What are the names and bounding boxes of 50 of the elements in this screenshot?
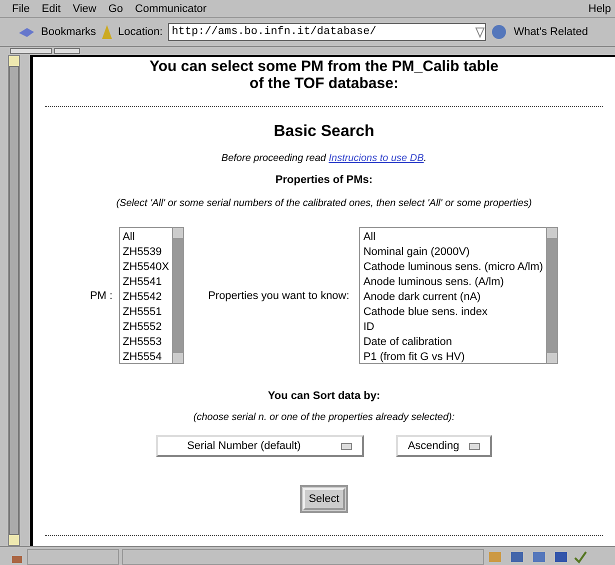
list-option[interactable]: ZH5551 [122,305,170,320]
whats-related-button[interactable]: What's Related [514,26,588,38]
select-button[interactable]: Select [302,488,346,510]
section-title: Basic Search [274,123,374,141]
list-option[interactable]: Nominal gain (2000V) [363,245,544,260]
properties-list[interactable]: All Nominal gain (2000V) Cathode luminous sens. (micro A/lm) Anode luminous sens. (A/lm) Anode dark current (nA) Cathode blue sens. index ID Date of calibration P1 (from fit G vs HV) [359,227,558,364]
intro-text: Before proceeding read Instrucions to use DB. [221,153,427,164]
bookmarks-button[interactable]: Bookmarks [41,26,96,38]
menu-item[interactable]: Go [104,2,128,14]
list-option[interactable]: P1 (from fit G vs HV) [363,350,544,365]
instructions-link[interactable]: Instrucions to use DB [328,153,424,164]
list-option[interactable]: All [363,230,544,245]
location-label: Location: [118,26,163,38]
menu-item[interactable]: Communicator [131,2,211,14]
menu-item[interactable]: View [68,2,100,14]
list-option[interactable]: ZH5541 [122,275,170,290]
list-option[interactable]: ID [363,320,544,335]
list-option[interactable]: ZH5542 [122,290,170,305]
scrollbar[interactable] [172,228,184,363]
list-option[interactable]: Date of calibration [363,335,544,350]
list-option[interactable]: Anode dark current (nA) [363,290,544,305]
properties-label: Properties you want to know: [208,290,350,302]
page-heading: You can select some PM from the PM_Calib table [150,58,498,75]
scrollbar[interactable] [8,55,20,546]
sort-note: (choose serial n. or one of the properties already selected): [193,412,455,423]
list-option[interactable]: ZH5539 [122,245,170,260]
url-field[interactable]: http://ams.bo.infn.it/database/ [168,23,486,41]
toolbar-grip[interactable] [54,48,80,54]
toolbar-grip[interactable] [10,48,52,54]
list-option[interactable]: Cathode luminous sens. (micro A/lm) [363,260,544,275]
list-option[interactable]: ZH5553 [122,335,170,350]
page-heading: of the TOF database: [250,75,398,92]
list-option[interactable]: All [122,230,170,245]
scrollbar[interactable] [546,228,558,363]
menu-item[interactable]: File [8,2,34,14]
menu-item[interactable]: Edit [38,2,65,14]
properties-heading: Properties of PMs: [275,174,373,186]
dropdown-arrow-icon[interactable] [474,26,485,38]
properties-note: (Select 'All' or some serial numbers of the calibrated ones, then select 'All' or some properties) [116,198,532,209]
sort-heading: You can Sort data by: [268,390,380,402]
list-option[interactable]: ZH5552 [122,320,170,335]
pm-list[interactable]: All ZH5539 ZH5540X ZH5541 ZH5542 ZH5551 ZH5552 ZH5553 ZH5554 [118,227,184,364]
menu-item[interactable]: Help [584,2,615,14]
list-option[interactable]: ZH5540X [122,260,170,275]
list-option[interactable]: Anode luminous sens. (A/lm) [363,275,544,290]
pm-label: PM : [90,290,113,302]
list-option[interactable]: Cathode blue sens. index [363,305,544,320]
sort-order-dropdown[interactable]: Ascending [396,435,492,457]
list-option[interactable]: ZH5554 [122,350,170,365]
sort-field-dropdown[interactable]: Serial Number (default) [156,435,364,457]
